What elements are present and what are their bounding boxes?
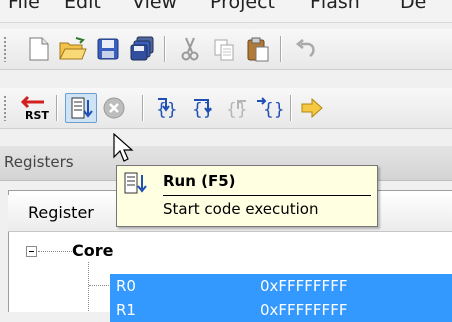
- step-into-button[interactable]: {}: [152, 93, 184, 123]
- toolbar-grip[interactable]: [3, 95, 7, 121]
- copy-button[interactable]: [208, 34, 240, 64]
- reset-icon: RST: [20, 95, 49, 122]
- register-name: R0: [116, 277, 136, 295]
- step-into-icon: {}: [156, 98, 178, 120]
- stop-icon: [103, 97, 125, 119]
- column-register[interactable]: Register: [28, 203, 94, 222]
- menu-view[interactable]: View: [132, 0, 177, 13]
- register-name: R1: [116, 301, 136, 319]
- mouse-pointer-icon: [113, 133, 134, 162]
- rst-label: RST: [25, 109, 49, 122]
- step-over-icon: {}: [192, 99, 214, 120]
- show-next-statement-button[interactable]: [298, 93, 330, 123]
- register-value[interactable]: 0xFFFFFFFF: [260, 301, 347, 319]
- save-all-icon: [130, 36, 154, 61]
- cut-icon: [181, 37, 199, 61]
- menu-bar: File Edit View Project Flash De: [0, 0, 452, 23]
- cut-button[interactable]: [174, 34, 206, 64]
- menu-file[interactable]: File: [8, 0, 40, 13]
- tree-line: [89, 285, 109, 286]
- tree-line: [38, 251, 72, 252]
- paste-icon: [247, 37, 269, 62]
- menu-project[interactable]: Project: [210, 0, 275, 13]
- toolbar-separator: [280, 36, 281, 62]
- register-value[interactable]: 0xFFFFFFFF: [260, 277, 347, 295]
- toolbar-separator: [56, 95, 57, 121]
- undo-button[interactable]: [290, 34, 322, 64]
- menu-flash[interactable]: Flash: [310, 0, 360, 13]
- paste-button[interactable]: [242, 34, 274, 64]
- tooltip-description: Start code execution: [163, 200, 319, 218]
- menu-debug[interactable]: De: [400, 0, 426, 13]
- run-tooltip: Run (F5) Start code execution: [116, 165, 378, 227]
- svg-text:{}: {}: [263, 100, 285, 120]
- step-out-button[interactable]: {}: [222, 93, 254, 123]
- tree-line: [88, 262, 89, 311]
- new-file-icon: [29, 37, 49, 61]
- toolbar-separator: [164, 36, 165, 62]
- tree-group-core[interactable]: Core: [72, 241, 113, 260]
- new-file-button[interactable]: [22, 34, 54, 64]
- run-icon: [71, 97, 93, 119]
- collapse-toggle[interactable]: [26, 246, 37, 257]
- tooltip-divider: [163, 195, 371, 196]
- svg-text:{}: {}: [226, 100, 248, 120]
- save-button[interactable]: [92, 34, 124, 64]
- open-folder-icon: [59, 37, 87, 60]
- reset-button[interactable]: RST: [20, 93, 52, 123]
- table-row[interactable]: R0 0xFFFFFFFF: [110, 274, 452, 298]
- step-over-button[interactable]: {}: [188, 93, 220, 123]
- save-icon: [97, 38, 119, 60]
- step-out-icon: {}: [226, 100, 248, 120]
- debug-toolbar: RST {} {} {} {}: [0, 88, 452, 129]
- menu-edit[interactable]: Edit: [64, 0, 101, 13]
- toolbar-separator: [142, 95, 143, 121]
- run-to-cursor-icon: {}: [257, 97, 285, 120]
- toolbar-grip[interactable]: [3, 36, 7, 62]
- run-icon: [124, 172, 147, 194]
- run-button[interactable]: [65, 93, 97, 123]
- file-toolbar: [0, 29, 452, 70]
- run-to-cursor-button[interactable]: {}: [254, 93, 286, 123]
- tooltip-title: Run (F5): [163, 172, 236, 190]
- undo-icon: [295, 39, 315, 58]
- table-row[interactable]: R1 0xFFFFFFFF: [110, 298, 452, 322]
- show-next-statement-icon: [301, 97, 323, 119]
- copy-icon: [214, 39, 234, 61]
- open-button[interactable]: [56, 34, 88, 64]
- stop-button[interactable]: [100, 93, 132, 123]
- toolbar-separator: [290, 95, 291, 121]
- panel-title-text: Registers: [4, 153, 74, 171]
- save-all-button[interactable]: [126, 34, 158, 64]
